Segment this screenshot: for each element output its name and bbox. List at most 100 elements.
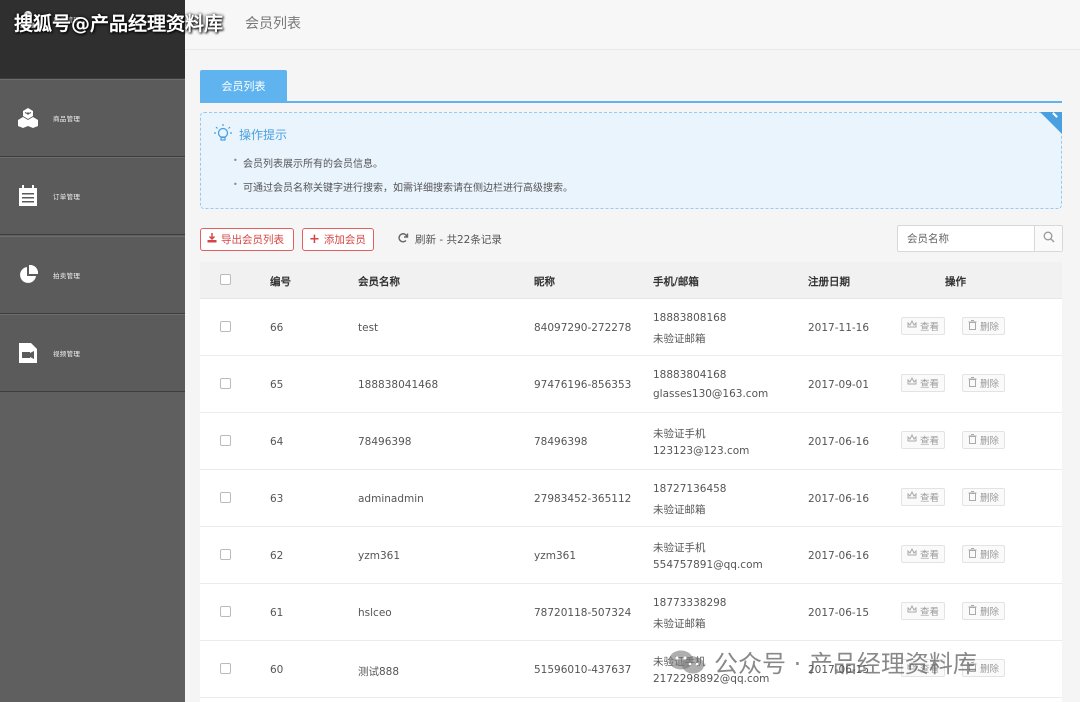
view-button[interactable]: 查看 (901, 317, 946, 335)
column-header-id: 编号 (270, 276, 291, 288)
view-button[interactable]: 查看 (901, 488, 946, 506)
column-header-contact: 手机/邮箱 (653, 276, 699, 288)
sidebar-item-orders[interactable]: 订单管理 (0, 157, 185, 235)
column-header-name: 会员名称 (358, 276, 400, 288)
pie-chart-icon (17, 264, 39, 286)
view-button[interactable]: 查看 (901, 374, 946, 392)
tips-line: 可通过会员名称关键字进行搜索，如需详细搜索请在侧边栏进行高级搜索。 (233, 179, 573, 194)
table-row: 62 yzm361 yzm361 未验证手机 554757891@qq.com 2017-… (200, 527, 1062, 584)
member-nickname: 97476196-856353 (534, 379, 632, 391)
member-email: 未验证邮箱 (653, 504, 706, 516)
view-button[interactable]: 查看 (901, 545, 946, 563)
row-checkbox[interactable] (220, 492, 231, 503)
member-id: 61 (270, 607, 284, 619)
delete-button[interactable]: 删除 (962, 488, 1006, 506)
sidebar-item-auctions[interactable]: 拍卖管理 (0, 236, 185, 314)
refresh-label: 刷新 - 共22条记录 (415, 234, 502, 246)
sidebar-item-label: 拍卖管理 (53, 272, 81, 280)
calendar-list-icon (17, 185, 39, 207)
collapse-corner-toggle[interactable] (1040, 112, 1062, 134)
member-id: 65 (270, 379, 284, 391)
plus-icon: + (309, 231, 320, 247)
member-email: 未验证邮箱 (653, 333, 706, 345)
view-label: 查看 (920, 379, 940, 390)
member-phone: 18883804168 (653, 369, 727, 381)
column-header-date: 注册日期 (808, 276, 850, 288)
table-row: 61 hslceo 78720118-507324 18773338298 未验证邮箱 2… (200, 584, 1062, 641)
member-name: test (358, 322, 379, 334)
delete-button[interactable]: 删除 (962, 317, 1006, 335)
tab-underline (200, 101, 1062, 103)
member-email: 123123@123.com (653, 445, 750, 457)
search-icon (1043, 231, 1055, 246)
trash-icon (968, 490, 977, 504)
tips-line: 会员列表展示所有的会员信息。 (233, 155, 383, 170)
lightbulb-icon (213, 123, 233, 146)
row-checkbox[interactable] (220, 321, 231, 332)
export-members-button[interactable]: 导出会员列表 (200, 228, 294, 251)
delete-label: 删除 (980, 379, 1000, 390)
member-phone: 18773338298 (653, 597, 727, 609)
member-table: 编号 会员名称 昵称 手机/邮箱 注册日期 操作 66 test 84097290-… (200, 262, 1062, 702)
view-button[interactable]: 查看 (901, 431, 946, 449)
watermark-text: 搜狐号@产品经理资料库 (14, 13, 224, 35)
main-header (185, 0, 1080, 50)
row-checkbox[interactable] (220, 378, 231, 389)
member-phone: 未验证手机 (653, 542, 706, 554)
member-name: 188838041468 (358, 379, 439, 391)
delete-label: 删除 (980, 493, 1000, 504)
member-id: 66 (270, 322, 284, 334)
search-button[interactable] (1034, 226, 1062, 251)
column-header-actions: 操作 (945, 276, 966, 288)
trash-icon (968, 376, 977, 390)
crown-icon (907, 433, 917, 446)
table-row: 66 test 84097290-272278 18883808168 未验证邮箱 201… (200, 299, 1062, 356)
video-file-icon (17, 342, 39, 364)
view-label: 查看 (920, 436, 940, 447)
refresh-button[interactable]: 刷新 - 共22条记录 (397, 232, 502, 247)
member-email: 554757891@qq.com (653, 559, 763, 571)
member-nickname: 27983452-365112 (534, 493, 632, 505)
row-checkbox[interactable] (220, 549, 231, 560)
member-name-search-input[interactable] (898, 226, 1036, 251)
trash-icon (968, 319, 977, 333)
crown-icon (907, 319, 917, 332)
member-name: adminadmin (358, 493, 424, 505)
row-checkbox[interactable] (220, 606, 231, 617)
sidebar-item-label: 视频管理 (53, 350, 81, 358)
search-box (897, 225, 1063, 252)
delete-button[interactable]: 删除 (962, 545, 1006, 563)
delete-button[interactable]: 删除 (962, 431, 1006, 449)
delete-label: 删除 (980, 664, 1000, 675)
member-id: 63 (270, 493, 284, 505)
view-label: 查看 (920, 493, 940, 504)
crown-icon (907, 490, 917, 503)
member-nickname: 51596010-437637 (534, 664, 632, 676)
member-email: 未验证邮箱 (653, 618, 706, 630)
crown-icon (907, 376, 917, 389)
row-checkbox[interactable] (220, 663, 231, 674)
cubes-icon (17, 107, 39, 129)
tab-member-list[interactable]: 会员列表 (200, 70, 287, 102)
delete-label: 删除 (980, 607, 1000, 618)
watermark-bottom: 公众号 · 产品经理资料库 (668, 644, 977, 679)
sidebar-item-videos[interactable]: 视频管理 (0, 314, 185, 392)
sidebar-item-products[interactable]: 商品管理 (0, 79, 185, 157)
trash-icon (968, 433, 977, 447)
row-checkbox[interactable] (220, 435, 231, 446)
member-id: 62 (270, 550, 284, 562)
delete-button[interactable]: 删除 (962, 374, 1006, 392)
add-member-button[interactable]: + 添加会员 (302, 228, 374, 251)
register-date: 2017-11-16 (808, 322, 870, 334)
member-phone: 未验证手机 (653, 428, 706, 440)
delete-button[interactable]: 删除 (962, 602, 1006, 620)
page-title: 会员列表 (245, 16, 301, 32)
crown-icon (907, 604, 917, 617)
delete-label: 删除 (980, 550, 1000, 561)
member-name: 测试888 (358, 666, 400, 678)
register-date: 2017-09-01 (808, 379, 870, 391)
table-row: 65 188838041468 97476196-856353 18883804168… (200, 356, 1062, 413)
select-all-checkbox[interactable] (220, 274, 231, 285)
view-button[interactable]: 查看 (901, 602, 946, 620)
trash-icon (968, 547, 977, 561)
